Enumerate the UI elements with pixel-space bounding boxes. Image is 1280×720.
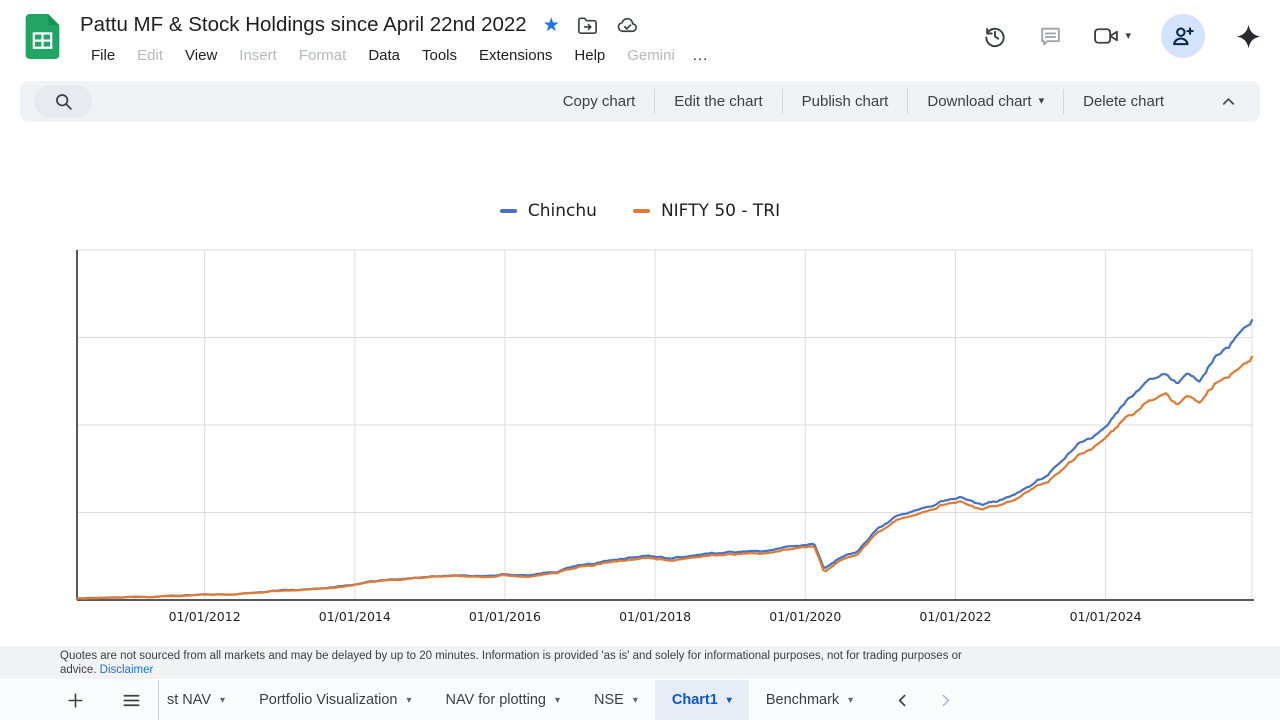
add-person-icon (1170, 23, 1196, 49)
document-title[interactable]: Pattu MF & Stock Holdings since April 22… (80, 13, 527, 37)
tab-caret-icon[interactable]: ▾ (727, 695, 732, 706)
add-sheet-button[interactable] (62, 687, 88, 713)
title-row: Pattu MF & Stock Holdings since April 22… (80, 13, 640, 37)
tab-scroll-nav (894, 680, 954, 720)
svg-text:01/01/2018: 01/01/2018 (619, 609, 691, 624)
sheetbar-left (0, 680, 144, 720)
spreadsheet-app: Pattu MF & Stock Holdings since April 22… (0, 0, 1280, 720)
tab-caret-icon[interactable]: ▾ (555, 695, 560, 706)
search-button[interactable] (34, 85, 92, 118)
svg-text:01/01/2016: 01/01/2016 (469, 609, 541, 624)
sheet-tab-portfolio-visualization[interactable]: Portfolio Visualization▾ (242, 680, 428, 720)
sheet-tab-bar: st NAV▾ Portfolio Visualization▾ NAV for… (0, 680, 1280, 720)
svg-text:01/01/2012: 01/01/2012 (169, 609, 241, 624)
menu-format: Format (288, 44, 358, 67)
menu-insert: Insert (228, 44, 288, 67)
menu-more[interactable]: ... (686, 44, 716, 67)
move-folder-icon[interactable] (576, 14, 599, 37)
chart-actions: Copy chart Edit the chart Publish chart … (544, 86, 1183, 117)
chart-toolbar: Copy chart Edit the chart Publish chart … (20, 81, 1260, 122)
plus-icon (66, 691, 85, 710)
star-icon[interactable]: ★ (543, 16, 560, 35)
hamburger-icon (122, 692, 141, 709)
menu-help[interactable]: Help (563, 44, 616, 67)
cloud-saved-icon[interactable] (615, 14, 640, 37)
tab-caret-icon[interactable]: ▾ (848, 695, 853, 706)
sheet-tab-nse[interactable]: NSE▾ (577, 680, 655, 720)
header-actions: ▾ (982, 12, 1262, 60)
disclaimer-line1: Quotes are not sourced from all markets … (60, 649, 1270, 663)
menu-gemini: Gemini (616, 44, 686, 67)
menu-file[interactable]: File (80, 44, 126, 67)
camera-dropdown-caret-icon[interactable]: ▾ (1125, 31, 1131, 42)
line-chart-plot[interactable]: 01/01/2012 01/01/2014 01/01/2016 01/01/2018… (0, 122, 1280, 646)
sheet-tabs: st NAV▾ Portfolio Visualization▾ NAV for… (158, 680, 870, 720)
menu-tools[interactable]: Tools (411, 44, 468, 67)
collapse-toolbar-button[interactable] (1219, 92, 1238, 111)
scroll-tabs-right-button[interactable] (937, 692, 954, 709)
menu-data[interactable]: Data (357, 44, 411, 67)
comments-icon (1038, 24, 1063, 49)
menu-extensions[interactable]: Extensions (468, 44, 563, 67)
delete-chart-button[interactable]: Delete chart (1064, 86, 1183, 117)
download-chart-button[interactable]: Download chart ▾ (908, 86, 1063, 117)
svg-text:01/01/2022: 01/01/2022 (919, 609, 991, 624)
svg-text:01/01/2014: 01/01/2014 (319, 609, 391, 624)
chevron-right-icon (937, 692, 954, 709)
chart-area[interactable]: Chinchu NIFTY 50 - TRI 01/01/201201/01/2… (0, 122, 1280, 646)
chevron-left-icon (894, 692, 911, 709)
tab-caret-icon[interactable]: ▾ (406, 695, 411, 706)
tab-caret-icon[interactable]: ▾ (220, 695, 225, 706)
sheet-tab-st-nav[interactable]: st NAV▾ (158, 680, 242, 720)
chevron-up-icon (1219, 92, 1238, 111)
menu-edit: Edit (126, 44, 174, 67)
sheet-tab-nav-for-plotting[interactable]: NAV for plotting▾ (428, 680, 577, 720)
gemini-sparkle-icon[interactable] (1235, 23, 1262, 50)
share-button[interactable] (1161, 14, 1205, 58)
sheets-logo-icon[interactable] (25, 14, 60, 59)
menu-bar: File Edit View Insert Format Data Tools … (80, 42, 715, 68)
meet-camera-button[interactable]: ▾ (1093, 24, 1131, 48)
svg-text:01/01/2020: 01/01/2020 (769, 609, 841, 624)
quotes-disclaimer: Quotes are not sourced from all markets … (0, 646, 1280, 679)
copy-chart-button[interactable]: Copy chart (544, 86, 655, 117)
disclaimer-line2: advice. Disclaimer (60, 663, 1270, 677)
sheet-tab-chart1[interactable]: Chart1▾ (655, 680, 749, 720)
publish-chart-button[interactable]: Publish chart (783, 86, 908, 117)
menu-view[interactable]: View (174, 44, 228, 67)
edit-the-chart-button[interactable]: Edit the chart (655, 86, 781, 117)
scroll-tabs-left-button[interactable] (894, 692, 911, 709)
disclaimer-link[interactable]: Disclaimer (100, 664, 154, 676)
download-caret-icon: ▾ (1039, 96, 1045, 107)
version-history-icon[interactable] (982, 23, 1008, 49)
search-icon (53, 91, 74, 112)
app-header: Pattu MF & Stock Holdings since April 22… (0, 0, 1280, 80)
svg-text:01/01/2024: 01/01/2024 (1070, 609, 1142, 624)
tab-caret-icon[interactable]: ▾ (633, 695, 638, 706)
all-sheets-button[interactable] (118, 687, 144, 713)
sheet-tab-benchmark[interactable]: Benchmark▾ (749, 680, 870, 720)
